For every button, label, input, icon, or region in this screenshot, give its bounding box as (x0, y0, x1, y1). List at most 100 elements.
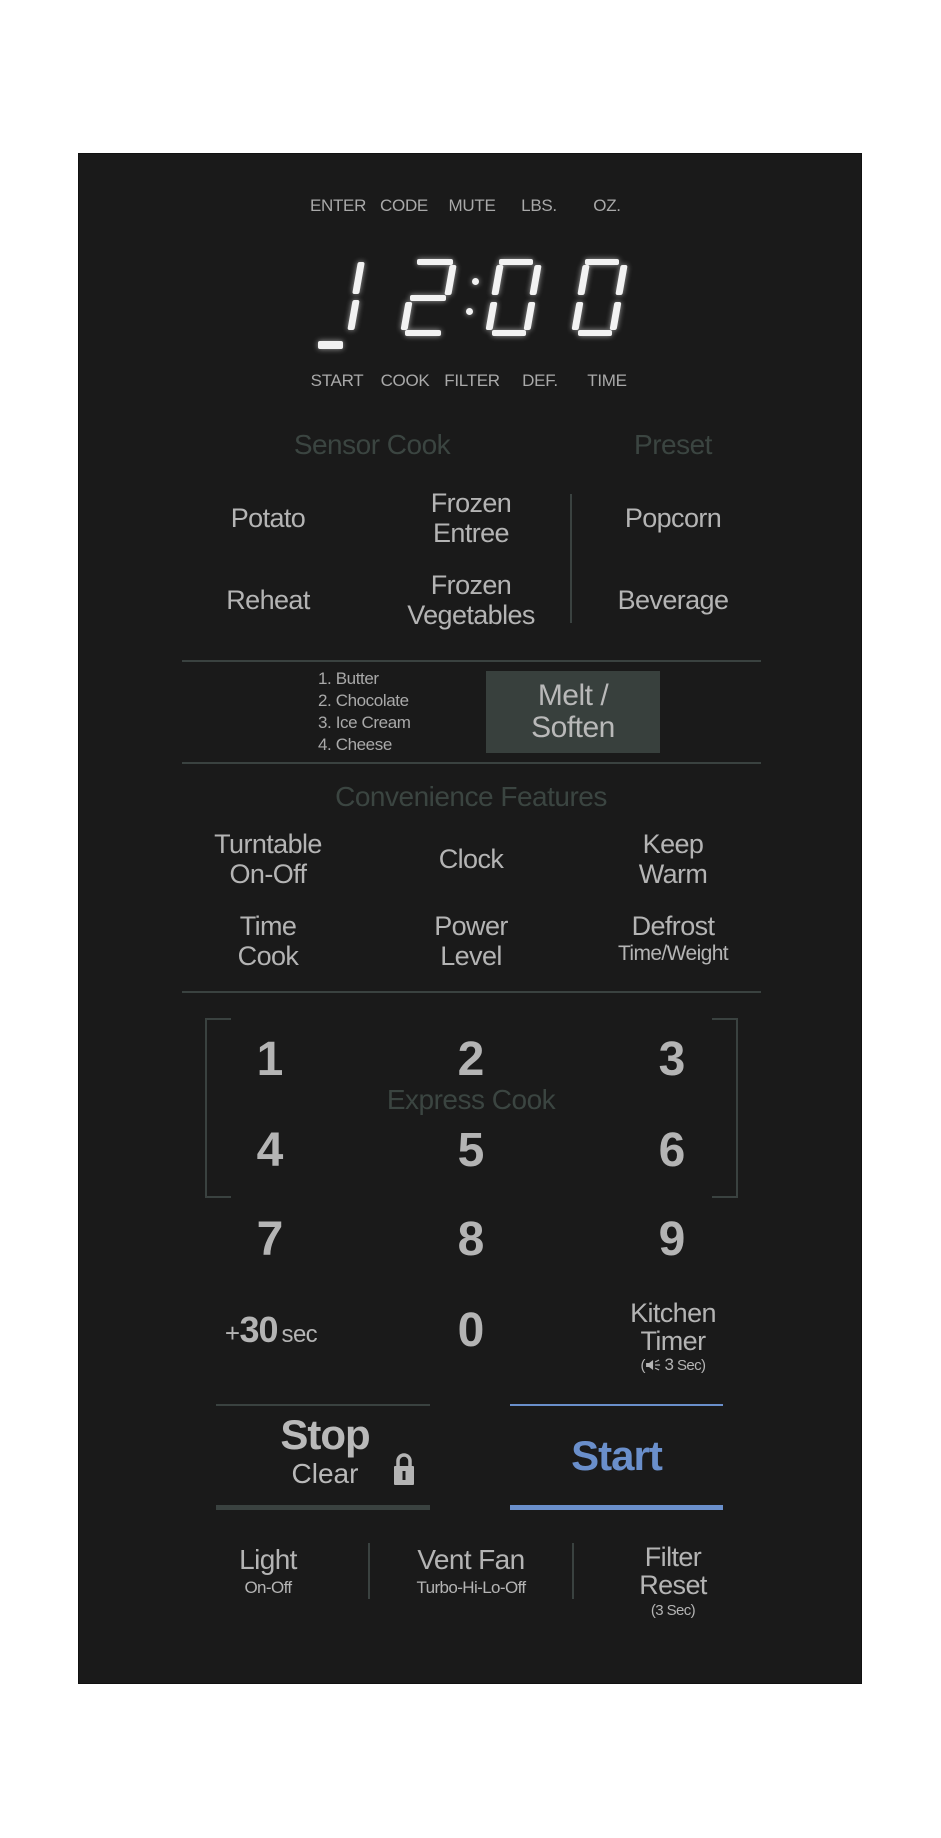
sensor-cook-heading: Sensor Cook (293, 429, 451, 460)
led-segment (492, 330, 526, 336)
power-level-label-2: Level (440, 941, 502, 971)
melt-option: 4. Cheese (318, 735, 392, 754)
led-colon-dot (466, 308, 473, 315)
turntable-label-2: On-Off (229, 859, 308, 889)
bottom-divider (572, 1543, 574, 1599)
digit-3-button[interactable]: 3 (659, 1035, 686, 1085)
reset-label: Reset (639, 1570, 707, 1600)
melt-options-list: 1. Butter 2. Chocolate 3. Ice Cream 4. C… (318, 668, 411, 756)
digit-4-button[interactable]: 4 (257, 1126, 284, 1176)
led-segment (417, 259, 453, 265)
frozen-entree-label-1: Frozen (430, 488, 512, 518)
express-cook-bracket-left (205, 1018, 231, 1198)
melt-option: 3. Ice Cream (318, 713, 411, 732)
potato-button[interactable]: Potato (231, 503, 306, 533)
frozen-entree-label-2: Entree (433, 518, 510, 548)
turntable-label-1: Turntable (214, 829, 322, 859)
note-unit: Sec) (676, 1357, 706, 1374)
convenience-features-heading: Convenience Features (335, 781, 607, 812)
led-colon-dot (472, 278, 479, 285)
kitchen-timer-label-2: Timer (640, 1326, 706, 1356)
led-time-display: 12:00 (300, 250, 640, 350)
keep-warm-label-2: Warm (638, 859, 708, 889)
stop-label: Stop (280, 1411, 370, 1458)
indicator-cook: COOK (380, 371, 430, 390)
section-divider (182, 991, 761, 993)
vent-fan-label: Vent Fan (417, 1544, 525, 1575)
light-label: Light (239, 1544, 297, 1575)
turntable-on-off-button[interactable]: Turntable On-Off (214, 829, 322, 889)
time-cook-label-2: Cook (237, 941, 299, 971)
melt-soften-button[interactable]: Melt / Soften (486, 671, 660, 753)
digit-6-button[interactable]: 6 (659, 1126, 686, 1176)
led-segment (529, 265, 542, 295)
digit-9-button[interactable]: 9 (659, 1215, 686, 1265)
popcorn-button[interactable]: Popcorn (624, 503, 722, 533)
indicator-oz: OZ. (593, 196, 621, 215)
led-indicator-dash (318, 341, 343, 349)
indicator-code: CODE (380, 196, 428, 215)
plus-label: + (224, 1318, 240, 1348)
defrost-label-1: Defrost (631, 911, 715, 941)
filter-reset-button[interactable]: Filter Reset (3 Sec) (639, 1543, 707, 1623)
digit-1-button[interactable]: 1 (257, 1035, 284, 1085)
defrost-label-2: Time/Weight (617, 942, 729, 965)
frozen-vegetables-button[interactable]: Frozen Vegetables (407, 570, 535, 630)
led-segment (352, 262, 365, 294)
filter-reset-note: (3 Sec) (650, 1602, 696, 1619)
thirty-label: 30 (239, 1309, 278, 1350)
note-value: 3 (664, 1355, 674, 1374)
add-30-sec-button[interactable]: +30 sec (224, 1309, 318, 1354)
digit-2-button[interactable]: 2 (458, 1035, 485, 1085)
power-level-label-1: Power (434, 911, 508, 941)
stop-top-rule (216, 1404, 430, 1406)
kitchen-timer-button[interactable]: Kitchen Timer ( 3 Sec) (630, 1299, 716, 1376)
indicator-enter: ENTER (309, 196, 367, 215)
frozen-entree-button[interactable]: Frozen Entree (430, 488, 512, 548)
reheat-label: Reheat (226, 585, 310, 615)
digit-7-button[interactable]: 7 (257, 1215, 284, 1265)
frozen-vegetables-label-1: Frozen (430, 570, 512, 600)
stop-clear-button[interactable]: Stop Clear (216, 1404, 430, 1510)
clear-label: Clear (291, 1458, 359, 1489)
led-segment (485, 302, 498, 330)
preset-divider (570, 494, 572, 623)
speaker-mute-icon (645, 1359, 660, 1371)
clock-label: Clock (438, 844, 504, 874)
digit-5-button[interactable]: 5 (458, 1126, 485, 1176)
reheat-button[interactable]: Reheat (226, 585, 310, 615)
express-cook-bracket-right (712, 1018, 738, 1198)
led-segment (571, 302, 584, 330)
vent-fan-button[interactable]: Vent Fan Turbo-Hi-Lo-Off (416, 1544, 526, 1601)
express-cook-label: Express Cook (386, 1084, 556, 1115)
indicator-start: START (310, 371, 364, 390)
time-cook-label-1: Time (239, 911, 297, 941)
popcorn-label: Popcorn (624, 503, 722, 533)
led-segment (400, 302, 413, 330)
keep-warm-button[interactable]: Keep Warm (639, 829, 708, 889)
indicator-mute: MUTE (448, 196, 496, 215)
digit-8-button[interactable]: 8 (458, 1215, 485, 1265)
light-sub-label: On-Off (244, 1578, 292, 1597)
beverage-label: Beverage (617, 585, 729, 615)
led-segment (444, 265, 457, 295)
stop-bottom-rule (216, 1505, 430, 1510)
filter-label: Filter (644, 1542, 702, 1572)
kitchen-timer-label-1: Kitchen (630, 1298, 716, 1328)
clock-button[interactable]: Clock (439, 844, 504, 874)
preset-heading: Preset (634, 429, 712, 460)
power-level-button[interactable]: Power Level (434, 911, 508, 971)
start-label: Start (571, 1432, 663, 1479)
beverage-button[interactable]: Beverage (618, 585, 729, 615)
section-divider (182, 762, 761, 764)
melt-soften-label-2: Soften (531, 711, 615, 744)
kitchen-timer-note: ( 3 Sec) (630, 1355, 716, 1376)
defrost-button[interactable]: Defrost Time/Weight (617, 911, 729, 967)
start-button[interactable]: Start (510, 1404, 723, 1510)
melt-option: 1. Butter (318, 669, 379, 688)
digit-0-button[interactable]: 0 (458, 1306, 485, 1356)
time-cook-button[interactable]: Time Cook (238, 911, 299, 971)
light-button[interactable]: Light On-Off (239, 1545, 297, 1601)
keep-warm-label-1: Keep (642, 829, 704, 859)
led-segment (585, 259, 619, 265)
